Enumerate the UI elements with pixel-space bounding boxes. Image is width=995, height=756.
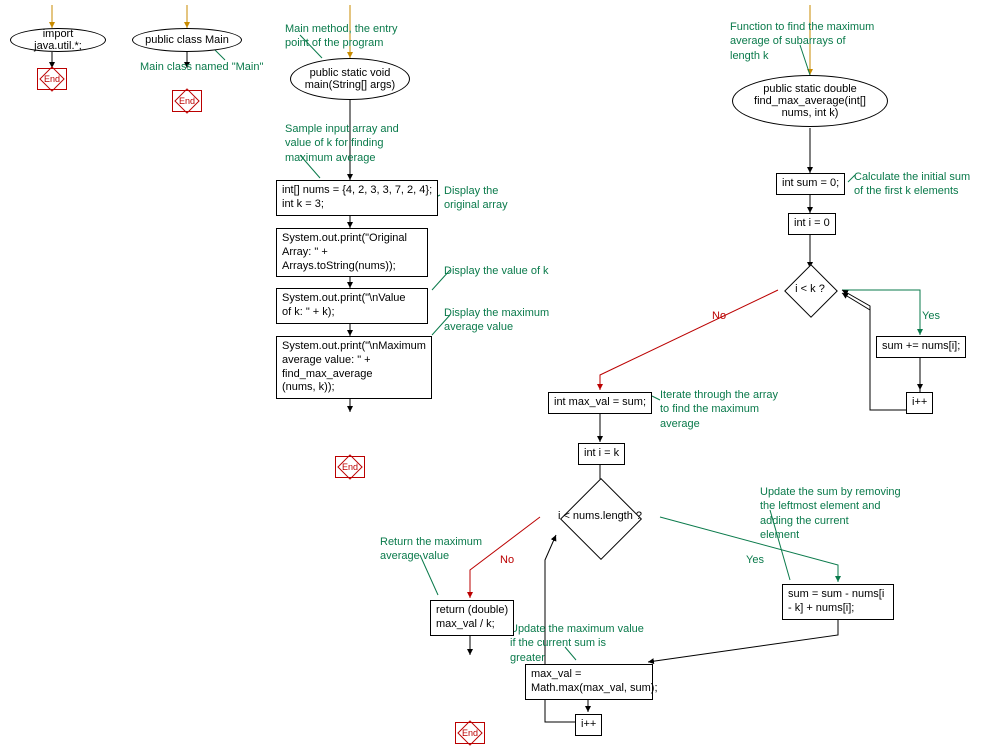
rect-print-k: System.out.print("\nValue of k: " + k);: [276, 288, 428, 324]
ipp2-text: i++: [581, 718, 596, 730]
print-orig-text: System.out.print("Original Array: " + Ar…: [282, 232, 407, 272]
end-func: End: [455, 722, 485, 744]
diamond-cond2: [560, 478, 642, 560]
rect-ipp1: i++: [906, 392, 933, 414]
sum-add-text: sum += nums[i];: [882, 340, 960, 352]
comment-calc-init: Calculate the initial sum of the first k…: [854, 170, 970, 199]
comment-class: Main class named "Main": [140, 60, 263, 74]
comment-disp-orig: Display the original array: [444, 184, 508, 213]
rect-print-max: System.out.print("\nMaximum average valu…: [276, 336, 432, 399]
nums-decl-text: int[] nums = {4, 2, 3, 3, 7, 2, 4}; int …: [282, 184, 432, 210]
func-text: public static double find_max_average(in…: [754, 83, 866, 119]
main-text: public static void main(String[] args): [305, 67, 395, 91]
end-class: End: [172, 90, 202, 112]
end-main: End: [335, 456, 365, 478]
cond2-no: No: [500, 554, 514, 566]
ret-text: return (double) max_val / k;: [436, 604, 508, 630]
i-init-k-text: int i = k: [584, 447, 619, 459]
end-import: End: [37, 68, 67, 90]
comment-disp-max: Display the maximum average value: [444, 306, 549, 335]
cond2-yes: Yes: [746, 554, 764, 566]
rect-sum-slide: sum = sum - nums[i - k] + nums[i];: [782, 584, 894, 620]
rect-ret: return (double) max_val / k;: [430, 600, 514, 636]
ellipse-import: import java.util.*;: [10, 28, 106, 52]
i-init-0-text: int i = 0: [794, 217, 830, 229]
comment-upd-sum: Update the sum by removing the leftmost …: [760, 485, 901, 542]
rect-i-init-k: int i = k: [578, 443, 625, 465]
diamond-cond1: [784, 264, 838, 318]
rect-sum-init: int sum = 0;: [776, 173, 845, 195]
comment-ret: Return the maximum average value: [380, 535, 482, 564]
maxval-upd-text: max_val = Math.max(max_val, sum);: [531, 668, 658, 694]
maxval-init-text: int max_val = sum;: [554, 396, 646, 408]
sum-init-text: int sum = 0;: [782, 177, 839, 189]
print-k-text: System.out.print("\nValue of k: " + k);: [282, 292, 406, 318]
rect-maxval-init: int max_val = sum;: [548, 392, 652, 414]
ellipse-main: public static void main(String[] args): [290, 58, 410, 100]
ellipse-class: public class Main: [132, 28, 242, 52]
rect-sum-add: sum += nums[i];: [876, 336, 966, 358]
print-max-text: System.out.print("\nMaximum average valu…: [282, 340, 426, 393]
comment-iterate: Iterate through the array to find the ma…: [660, 388, 778, 431]
comment-upd-max: Update the maximum value if the current …: [510, 622, 644, 665]
cond1-no: No: [712, 310, 726, 322]
ellipse-func: public static double find_max_average(in…: [732, 75, 888, 127]
rect-i-init-0: int i = 0: [788, 213, 836, 235]
ipp1-text: i++: [912, 396, 927, 408]
class-text: public class Main: [145, 34, 229, 46]
sum-slide-text: sum = sum - nums[i - k] + nums[i];: [788, 588, 884, 614]
rect-maxval-upd: max_val = Math.max(max_val, sum);: [525, 664, 653, 700]
rect-print-orig: System.out.print("Original Array: " + Ar…: [276, 228, 428, 277]
rect-nums-decl: int[] nums = {4, 2, 3, 3, 7, 2, 4}; int …: [276, 180, 438, 216]
cond1-yes: Yes: [922, 310, 940, 322]
import-text: import java.util.*;: [19, 28, 97, 52]
rect-ipp2: i++: [575, 714, 602, 736]
comment-sample: Sample input array and value of k for fi…: [285, 122, 399, 165]
comment-disp-k: Display the value of k: [444, 264, 549, 278]
comment-main: Main method, the entry point of the prog…: [285, 22, 398, 51]
comment-func: Function to find the maximum average of …: [730, 20, 874, 63]
